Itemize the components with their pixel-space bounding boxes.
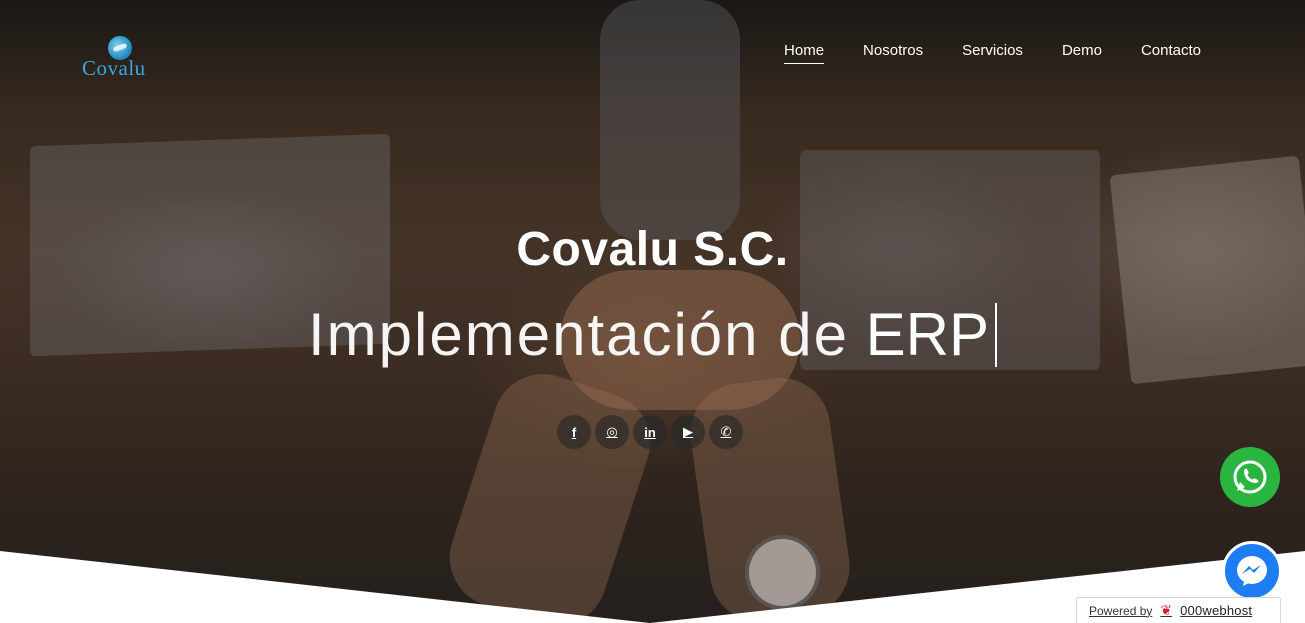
nav-nosotros[interactable]: Nosotros: [863, 42, 923, 64]
hero-subtitle-word: ERP: [865, 301, 989, 368]
nav-contacto[interactable]: Contacto: [1141, 42, 1201, 64]
nav-servicios[interactable]: Servicios: [962, 42, 1023, 64]
youtube-icon[interactable]: ▶: [671, 415, 705, 449]
hero-subtitle: Implementación de ERP: [0, 300, 1305, 369]
whatsapp-float-button[interactable]: [1220, 447, 1280, 507]
nav-demo[interactable]: Demo: [1062, 42, 1102, 64]
site-logo[interactable]: Covalu: [82, 36, 162, 84]
hero-subtitle-prefix: Implementación de: [308, 301, 849, 368]
photo-arm-top: [600, 0, 740, 240]
main-nav: Home Nosotros Servicios Demo Contacto: [784, 42, 1201, 64]
nav-home[interactable]: Home: [784, 42, 825, 64]
powered-by-badge[interactable]: Powered by ❦ 000webhost: [1076, 597, 1281, 623]
logo-text: Covalu: [82, 56, 146, 80]
messenger-icon: [1237, 556, 1267, 586]
typing-cursor: [995, 303, 997, 367]
whatsapp-icon: [1233, 460, 1267, 494]
powered-by-label: Powered by: [1089, 603, 1153, 618]
hero-title: Covalu S.C.: [516, 223, 789, 276]
social-links: f ◎ in ▶ ✆: [557, 415, 743, 449]
powered-by-brand: 000webhost: [1180, 603, 1253, 618]
facebook-icon[interactable]: f: [557, 415, 591, 449]
instagram-icon[interactable]: ◎: [595, 415, 629, 449]
linkedin-icon[interactable]: in: [633, 415, 667, 449]
messenger-float-button[interactable]: [1222, 541, 1282, 601]
000webhost-logo-icon: ❦: [1160, 602, 1173, 618]
whatsapp-icon[interactable]: ✆: [709, 415, 743, 449]
